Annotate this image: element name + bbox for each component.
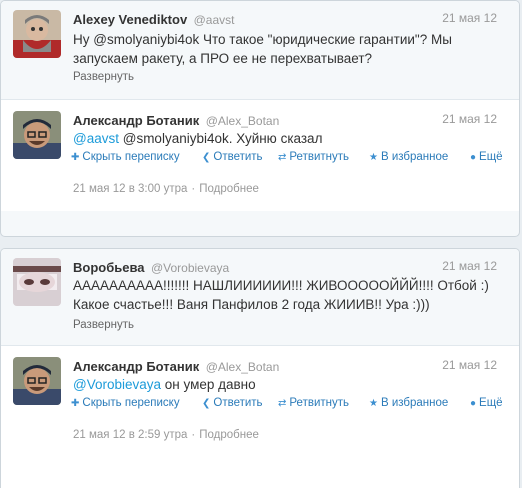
details-link[interactable]: Подробнее: [199, 429, 259, 441]
avatar[interactable]: [13, 111, 61, 159]
retweet-button[interactable]: ⇄ Ретвитнуть: [278, 397, 349, 409]
arrows-collapse-icon: ✚: [71, 397, 80, 409]
tweet-text-body: @smolyaniybi4ok. Хуйню сказал: [118, 131, 323, 146]
reply-arrow-icon: ❮: [202, 151, 211, 163]
dots-icon: ●: [470, 397, 477, 409]
favorite-button[interactable]: ★ В избранное: [369, 397, 448, 409]
tweet-time[interactable]: 21 мая 12: [442, 358, 497, 372]
tweet-text: @Vorobievaya он умер давно: [73, 375, 505, 394]
conversation-thread: Воробьева @Vorobievaya 21 мая 12 ААААААА…: [0, 248, 520, 488]
author-username[interactable]: @Alex_Botan: [206, 114, 280, 128]
hide-conversation-button[interactable]: ✚ Скрыть переписку: [71, 397, 180, 409]
favorite-button[interactable]: ★ В избранное: [369, 151, 448, 163]
arrows-collapse-icon: ✚: [71, 151, 80, 163]
author-username[interactable]: @Vorobievaya: [151, 261, 229, 275]
reply-tweet[interactable]: Александр Ботаник @Alex_Botan 21 мая 12 …: [1, 99, 519, 211]
more-button[interactable]: ● Ещё: [470, 397, 503, 409]
retweet-button[interactable]: ⇄ Ретвитнуть: [278, 151, 349, 163]
reply-button[interactable]: ❮ Ответить: [202, 397, 263, 409]
expand-link[interactable]: Развернуть: [73, 71, 134, 83]
tweet-meta: 21 мая 12 в 3:00 утра · Подробнее: [73, 183, 259, 195]
tweet-header: Александр Ботаник @Alex_Botan 21 мая 12: [73, 358, 507, 376]
star-icon: ★: [369, 397, 378, 409]
tweet-text-body: он умер давно: [161, 377, 256, 392]
tweet-timestamp[interactable]: 21 мая 12 в 3:00 утра: [73, 183, 187, 195]
tweet-meta: 21 мая 12 в 2:59 утра · Подробнее: [73, 429, 259, 441]
avatar[interactable]: [13, 258, 61, 306]
avatar[interactable]: [13, 10, 61, 58]
mention-link[interactable]: @aavst: [73, 131, 119, 146]
tweet-header: Alexey Venediktov @aavst 21 мая 12: [73, 11, 507, 29]
tweet-header: Воробьева @Vorobievaya 21 мая 12: [73, 259, 507, 277]
separator: ·: [191, 429, 196, 441]
mention-link[interactable]: @Vorobievaya: [73, 377, 161, 392]
more-button[interactable]: ● Ещё: [470, 151, 503, 163]
tweet[interactable]: Alexey Venediktov @aavst 21 мая 12 Ну @s…: [1, 1, 519, 99]
expand-link[interactable]: Развернуть: [73, 319, 134, 331]
tweet-text: АААААААААА!!!!!!! НАШЛИИИИИИ!!! ЖИВООООO…: [73, 278, 493, 312]
tweet-time[interactable]: 21 мая 12: [442, 11, 497, 25]
author-name[interactable]: Воробьева: [73, 260, 145, 275]
tweet-actions: ✚ Скрыть переписку ❮ Ответить ⇄ Ретвитнуть …: [71, 151, 511, 167]
author-name[interactable]: Александр Ботаник: [73, 113, 199, 128]
tweet-actions: ✚ Скрыть переписку ❮ Ответить ⇄ Ретвитнуть …: [71, 397, 511, 413]
hide-conversation-button[interactable]: ✚ Скрыть переписку: [71, 151, 180, 163]
tweet-text: Ну @smolyaniybi4ok Что такое "юридически…: [73, 32, 456, 66]
author-name[interactable]: Александр Ботаник: [73, 359, 199, 374]
reply-button[interactable]: ❮ Ответить: [202, 151, 263, 163]
tweet-timestamp[interactable]: 21 мая 12 в 2:59 утра: [73, 429, 187, 441]
tweet-text: @aavst @smolyaniybi4ok. Хуйню сказал: [73, 129, 505, 148]
details-link[interactable]: Подробнее: [199, 183, 259, 195]
author-username[interactable]: @Alex_Botan: [206, 360, 280, 374]
reply-tweet[interactable]: Александр Ботаник @Alex_Botan 21 мая 12 …: [1, 345, 519, 488]
conversation-thread: Alexey Venediktov @aavst 21 мая 12 Ну @s…: [0, 0, 520, 237]
tweet[interactable]: Воробьева @Vorobievaya 21 мая 12 ААААААА…: [1, 249, 519, 345]
separator: ·: [191, 183, 196, 195]
author-username[interactable]: @aavst: [194, 13, 235, 27]
tweet-time[interactable]: 21 мая 12: [442, 259, 497, 273]
star-icon: ★: [369, 151, 378, 163]
tweet-time[interactable]: 21 мая 12: [442, 112, 497, 126]
reply-arrow-icon: ❮: [202, 397, 211, 409]
avatar[interactable]: [13, 357, 61, 405]
dots-icon: ●: [470, 151, 477, 163]
retweet-icon: ⇄: [278, 397, 287, 409]
author-name[interactable]: Alexey Venediktov: [73, 12, 187, 27]
retweet-icon: ⇄: [278, 151, 287, 163]
tweet-header: Александр Ботаник @Alex_Botan 21 мая 12: [73, 112, 507, 130]
